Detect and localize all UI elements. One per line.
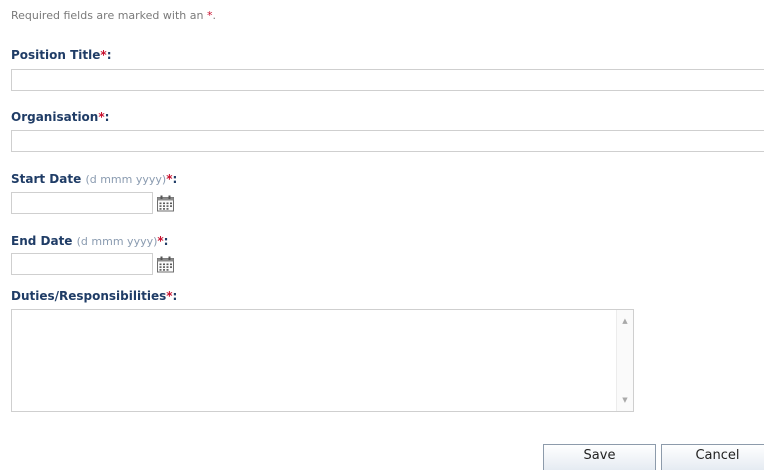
organisation-label-text: Organisation xyxy=(11,110,99,124)
label-colon: : xyxy=(104,110,110,124)
label-colon: : xyxy=(172,289,178,303)
cancel-button[interactable]: Cancel xyxy=(661,444,764,470)
start-date-label: Start Date (d mmm yyyy)*: xyxy=(11,172,177,186)
organisation-label: Organisation*: xyxy=(11,110,109,124)
label-colon: : xyxy=(163,234,169,248)
duties-scrollbar[interactable]: ▲ ▼ xyxy=(616,310,633,411)
position-title-label-text: Position Title xyxy=(11,48,101,62)
calendar-icon xyxy=(157,256,174,273)
calendar-icon xyxy=(157,195,174,212)
end-date-input[interactable] xyxy=(11,253,153,275)
position-title-label: Position Title*: xyxy=(11,48,112,62)
required-fields-note: Required fields are marked with an *. xyxy=(11,9,216,22)
position-title-input[interactable] xyxy=(11,69,764,91)
required-note-text: Required fields are marked with an xyxy=(11,9,204,22)
start-date-format-hint: (d mmm yyyy) xyxy=(85,173,167,186)
start-date-input[interactable] xyxy=(11,192,153,214)
end-date-format-hint: (d mmm yyyy) xyxy=(76,235,158,248)
end-date-label: End Date (d mmm yyyy)*: xyxy=(11,234,168,248)
end-date-calendar-button[interactable] xyxy=(156,256,175,273)
duties-textarea[interactable] xyxy=(12,310,617,411)
start-date-calendar-button[interactable] xyxy=(156,195,175,212)
duties-label-text: Duties/Responsibilities xyxy=(11,289,167,303)
required-note-end: . xyxy=(212,9,216,22)
scroll-up-arrow-icon[interactable]: ▲ xyxy=(617,314,633,328)
scroll-down-arrow-icon[interactable]: ▼ xyxy=(617,393,633,407)
label-colon: : xyxy=(172,172,178,186)
organisation-input[interactable] xyxy=(11,130,764,152)
start-date-label-text: Start Date xyxy=(11,172,82,186)
employment-form: Required fields are marked with an *. Po… xyxy=(0,0,764,470)
duties-label: Duties/Responsibilities*: xyxy=(11,289,177,303)
end-date-label-text: End Date xyxy=(11,234,73,248)
label-colon: : xyxy=(106,48,112,62)
duties-textarea-frame: ▲ ▼ xyxy=(11,309,634,412)
save-button[interactable]: Save xyxy=(543,444,656,470)
